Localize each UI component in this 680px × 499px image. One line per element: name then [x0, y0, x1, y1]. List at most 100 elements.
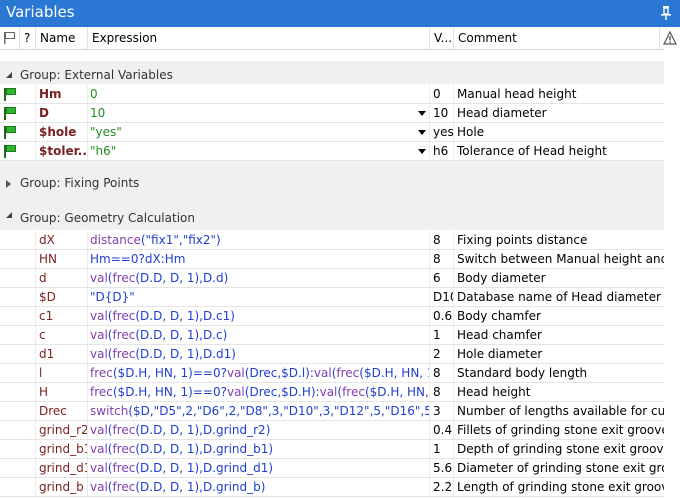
- variable-name[interactable]: Drec: [36, 402, 88, 420]
- variable-name[interactable]: HN: [36, 250, 88, 268]
- group-geometry-calculation[interactable]: Group: Geometry Calculation: [0, 197, 680, 230]
- variable-name[interactable]: D: [36, 104, 88, 122]
- variable-name[interactable]: $hole: [36, 123, 88, 141]
- table-row[interactable]: D 10 10 Head diameter: [0, 104, 680, 123]
- expression-cell[interactable]: val(frec(D.D, D, 1),D.c1): [88, 307, 430, 325]
- variable-name[interactable]: d1: [36, 345, 88, 363]
- dropdown-arrow-icon[interactable]: [416, 126, 428, 138]
- flag-column-header[interactable]: [0, 27, 20, 49]
- expression-cell[interactable]: val(frec(D.D, D, 1),D.grind_b1): [88, 440, 430, 458]
- flag-outline-icon: [4, 32, 15, 44]
- comment-cell[interactable]: Fillets of grinding stone exit groove: [454, 421, 664, 439]
- table-row[interactable]: Drec switch($D,"D5",2,"D6",2,"D8",3,"D10"…: [0, 402, 680, 421]
- value-cell: 8: [430, 364, 454, 382]
- comment-cell[interactable]: Database name of Head diameter: [454, 288, 664, 306]
- variable-name[interactable]: c: [36, 326, 88, 344]
- flag-cell[interactable]: [0, 85, 20, 103]
- table-row[interactable]: HN Hm==0?dX:Hm 8 Switch between Manual heig…: [0, 250, 680, 269]
- table-row[interactable]: grind_r2 val(frec(D.D, D, 1),D.grind_r2) 0…: [0, 421, 680, 440]
- comment-cell[interactable]: Standard body length: [454, 364, 664, 382]
- comment-cell[interactable]: Length of grinding stone exit groove: [454, 478, 664, 496]
- comment-column-header[interactable]: Comment: [454, 27, 660, 49]
- expression-cell[interactable]: val(frec(D.D, D, 1),D.d1): [88, 345, 430, 363]
- warning-column-header[interactable]: [660, 27, 680, 49]
- variable-name[interactable]: c1: [36, 307, 88, 325]
- expression-cell[interactable]: frec($D.H, HN, 1)==0?val(Drec,$D.l):val(…: [88, 364, 430, 382]
- expression-cell[interactable]: "D{D}": [88, 288, 430, 306]
- dropdown-arrow-icon[interactable]: [416, 107, 428, 119]
- table-row[interactable]: c val(frec(D.D, D, 1),D.c) 1 Head chamfer: [0, 326, 680, 345]
- variable-name[interactable]: grind_d1: [36, 459, 88, 477]
- table-row[interactable]: $toler... "h6" h6 Tolerance of Head heig…: [0, 142, 680, 161]
- value-column-header[interactable]: V...: [430, 27, 454, 49]
- comment-cell[interactable]: Body chamfer: [454, 307, 664, 325]
- collapse-triangle-icon[interactable]: [6, 72, 12, 78]
- comment-cell[interactable]: Depth of grinding stone exit groove: [454, 440, 664, 458]
- variable-name[interactable]: dX: [36, 231, 88, 249]
- expression-cell[interactable]: distance("fix1","fix2"): [88, 231, 430, 249]
- group-label: Group: Fixing Points: [20, 176, 140, 190]
- flag-cell[interactable]: [0, 142, 20, 160]
- flag-cell: [0, 364, 20, 382]
- expression-cell[interactable]: "h6": [88, 142, 430, 160]
- variable-name[interactable]: d: [36, 269, 88, 287]
- flag-cell[interactable]: [0, 123, 20, 141]
- name-column-header[interactable]: Name: [36, 27, 88, 49]
- value-cell: 2: [430, 345, 454, 363]
- variable-name[interactable]: $D: [36, 288, 88, 306]
- variable-name[interactable]: grind_b1: [36, 440, 88, 458]
- expression-cell[interactable]: 10: [88, 104, 430, 122]
- expression-cell[interactable]: val(frec(D.D, D, 1),D.grind_r2): [88, 421, 430, 439]
- variable-name[interactable]: $toler...: [36, 142, 88, 160]
- comment-cell[interactable]: Body diameter: [454, 269, 664, 287]
- group-fixing-points[interactable]: Group: Fixing Points: [0, 161, 680, 197]
- expression-cell[interactable]: val(frec(D.D, D, 1),D.d): [88, 269, 430, 287]
- table-row[interactable]: c1 val(frec(D.D, D, 1),D.c1) 0.6 Body chamf…: [0, 307, 680, 326]
- question-column-header[interactable]: ?: [20, 27, 36, 49]
- green-flag-icon: [4, 145, 17, 158]
- expression-column-header[interactable]: Expression: [88, 27, 430, 49]
- table-row[interactable]: Hfrec($D.H, HN, 1)==0?val(Drec,$D.H):val…: [0, 383, 680, 402]
- variable-name[interactable]: l: [36, 364, 88, 382]
- variable-name[interactable]: grind_b: [36, 478, 88, 496]
- dropdown-arrow-icon[interactable]: [416, 145, 428, 157]
- expression-cell[interactable]: switch($D,"D5",2,"D6",2,"D8",3,"D10",3,"…: [88, 402, 430, 420]
- expand-triangle-icon[interactable]: [6, 180, 11, 188]
- table-row[interactable]: l frec($D.H, HN, 1)==0?val(Drec,$D.l):val…: [0, 364, 680, 383]
- comment-cell[interactable]: Diameter of grinding stone exit groove: [454, 459, 664, 477]
- table-row[interactable]: grind_d1 val(frec(D.D, D, 1),D.grind_d1) 5…: [0, 459, 680, 478]
- table-row[interactable]: grind_b val(frec(D.D, D, 1),D.grind_b) 2.2…: [0, 478, 680, 497]
- flag-cell[interactable]: [0, 104, 20, 122]
- comment-cell[interactable]: Head diameter: [454, 104, 664, 122]
- table-row[interactable]: $hole "yes" yes Hole: [0, 123, 680, 142]
- table-row[interactable]: Hm 0 0 Manual head height: [0, 85, 680, 104]
- expression-cell[interactable]: val(frec(D.D, D, 1),D.c): [88, 326, 430, 344]
- comment-cell[interactable]: Hole diameter: [454, 345, 664, 363]
- comment-cell[interactable]: Head chamfer: [454, 326, 664, 344]
- comment-cell[interactable]: Hole: [454, 123, 664, 141]
- comment-cell[interactable]: Manual head height: [454, 85, 664, 103]
- collapse-triangle-icon[interactable]: [6, 212, 12, 218]
- expression-cell[interactable]: val(frec(D.D, D, 1),D.grind_b): [88, 478, 430, 496]
- table-row[interactable]: d1 val(frec(D.D, D, 1),D.d1) 2 Hole diamete…: [0, 345, 680, 364]
- variable-name[interactable]: grind_r2: [36, 421, 88, 439]
- comment-cell[interactable]: Fixing points distance: [454, 231, 664, 249]
- table-row[interactable]: d val(frec(D.D, D, 1),D.d) 6 Body diameter: [0, 269, 680, 288]
- expression-cell[interactable]: 0: [88, 85, 430, 103]
- table-row[interactable]: dX distance("fix1","fix2") 8 Fixing points …: [0, 231, 680, 250]
- expression-cell[interactable]: val(frec(D.D, D, 1),D.grind_d1): [88, 459, 430, 477]
- variable-name[interactable]: Hm: [36, 85, 88, 103]
- variable-name[interactable]: H: [36, 383, 88, 401]
- table-row[interactable]: grind_b1 val(frec(D.D, D, 1),D.grind_b1) 1…: [0, 440, 680, 459]
- expression-cell[interactable]: Hm==0?dX:Hm: [88, 250, 430, 268]
- expression-cell[interactable]: frec($D.H, HN, 1)==0?val(Drec,$D.H):val(…: [88, 383, 430, 401]
- scrollbar-track[interactable]: [664, 49, 680, 499]
- comment-cell[interactable]: Switch between Manual height and F...: [454, 250, 664, 268]
- comment-cell[interactable]: Head height: [454, 383, 664, 401]
- group-external-variables[interactable]: Group: External Variables: [0, 61, 680, 84]
- pin-icon[interactable]: [660, 5, 672, 21]
- comment-cell[interactable]: Tolerance of Head height: [454, 142, 664, 160]
- comment-cell[interactable]: Number of lengths available for curr...: [454, 402, 664, 420]
- expression-cell[interactable]: "yes": [88, 123, 430, 141]
- table-row[interactable]: $D"D{D}"D10Database name of Head diamete…: [0, 288, 680, 307]
